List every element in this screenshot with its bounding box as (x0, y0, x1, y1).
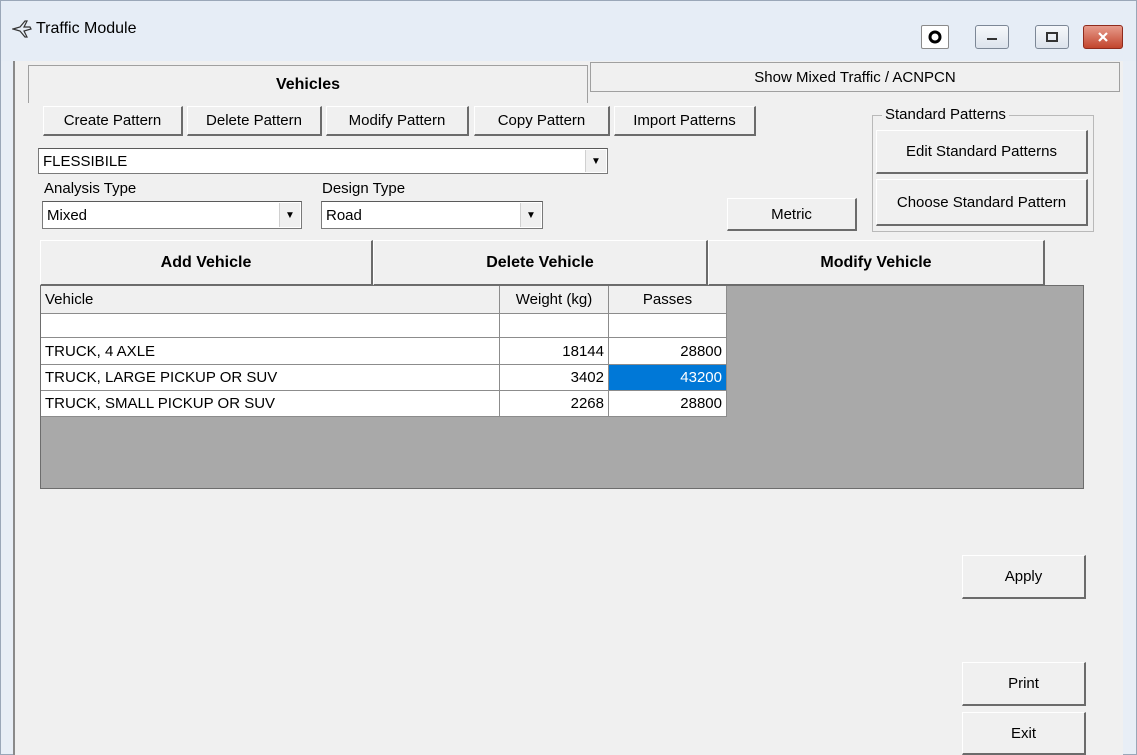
table-cell[interactable] (609, 314, 727, 338)
pattern-select[interactable]: FLESSIBILE ▼ (38, 148, 608, 174)
circle-icon (928, 30, 942, 44)
table-cell[interactable]: 18144 (500, 338, 609, 365)
analysis-type-label: Analysis Type (44, 180, 137, 197)
modify-pattern-button[interactable]: Modify Pattern (326, 106, 469, 136)
table-cell[interactable]: 3402 (500, 365, 609, 391)
dropdown-arrow-icon[interactable]: ▼ (279, 203, 300, 227)
close-button[interactable] (1083, 25, 1123, 49)
apply-button[interactable]: Apply (962, 555, 1086, 599)
choose-standard-pattern-button[interactable]: Choose Standard Pattern (876, 179, 1088, 226)
plane-icon (10, 20, 32, 38)
table-cell[interactable]: 28800 (609, 338, 727, 365)
table-cell[interactable] (41, 314, 500, 338)
circle-icon-button[interactable] (921, 25, 949, 49)
delete-vehicle-button[interactable]: Delete Vehicle (373, 240, 708, 286)
table-cell[interactable]: TRUCK, 4 AXLE (41, 338, 500, 365)
minimize-icon (987, 38, 997, 40)
close-icon (1098, 32, 1108, 42)
table-cell[interactable]: TRUCK, SMALL PICKUP OR SUV (41, 391, 500, 417)
metric-button[interactable]: Metric (727, 198, 857, 231)
column-header-vehicle[interactable]: Vehicle (41, 286, 500, 314)
modify-vehicle-button[interactable]: Modify Vehicle (708, 240, 1045, 286)
copy-pattern-button[interactable]: Copy Pattern (474, 106, 610, 136)
table-cell[interactable] (500, 314, 609, 338)
table-cell[interactable]: TRUCK, LARGE PICKUP OR SUV (41, 365, 500, 391)
window-title: Traffic Module (36, 20, 137, 37)
delete-pattern-button[interactable]: Delete Pattern (187, 106, 322, 136)
analysis-type-select[interactable]: Mixed ▼ (42, 201, 302, 229)
edit-standard-patterns-button[interactable]: Edit Standard Patterns (876, 130, 1088, 174)
tab-vehicles[interactable]: Vehicles (28, 65, 588, 103)
import-patterns-button[interactable]: Import Patterns (614, 106, 756, 136)
standard-patterns-label: Standard Patterns (882, 106, 1009, 123)
analysis-type-value: Mixed (47, 206, 88, 224)
design-type-label: Design Type (322, 180, 406, 197)
column-header-passes[interactable]: Passes (609, 286, 727, 314)
dropdown-arrow-icon[interactable]: ▼ (585, 150, 606, 172)
maximize-icon (1046, 32, 1058, 42)
minimize-button[interactable] (975, 25, 1009, 49)
table-cell[interactable]: 2268 (500, 391, 609, 417)
exit-button[interactable]: Exit (962, 712, 1086, 755)
print-button[interactable]: Print (962, 662, 1086, 706)
design-type-value: Road (326, 206, 362, 224)
add-vehicle-button[interactable]: Add Vehicle (40, 240, 373, 286)
column-header-weight[interactable]: Weight (kg) (500, 286, 609, 314)
table-cell[interactable]: 28800 (609, 391, 727, 417)
pattern-select-value: FLESSIBILE (43, 152, 128, 170)
maximize-button[interactable] (1035, 25, 1069, 49)
title-bar (1, 1, 1136, 61)
selected-table-cell[interactable]: 43200 (609, 365, 727, 391)
vehicle-grid[interactable]: Vehicle Weight (kg) Passes TRUCK, 4 AXLE… (40, 285, 1084, 489)
tab-mixed-traffic[interactable]: Show Mixed Traffic / ACNPCN (590, 62, 1120, 92)
design-type-select[interactable]: Road ▼ (321, 201, 543, 229)
dropdown-arrow-icon[interactable]: ▼ (520, 203, 541, 227)
create-pattern-button[interactable]: Create Pattern (43, 106, 183, 136)
